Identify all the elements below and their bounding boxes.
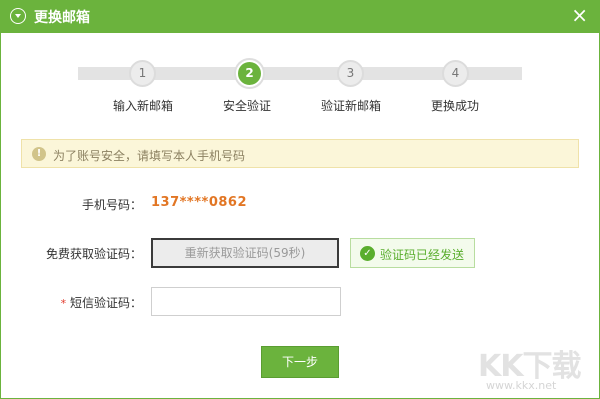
info-icon: ! [32,147,46,161]
step-3-circle: 3 [337,60,364,87]
step-4-circle: 4 [442,60,469,87]
code-sent-text: 验证码已经发送 [380,248,465,262]
watermark: KK下载 www.kkx.net [478,339,596,395]
step-2-circle: 2 [236,60,263,87]
resend-code-button[interactable]: 重新获取验证码(59秒) [151,238,339,268]
close-icon[interactable]: × [571,4,588,26]
phone-number: 137****0862 [151,195,248,210]
window-title: 更换邮箱 [34,10,90,26]
code-label: 免费获取验证码： [45,247,142,261]
security-tip: ! 为了账号安全，请填写本人手机号码 [21,139,579,168]
watermark-url: www.kkx.net [486,379,557,392]
step-4-label: 更换成功 [430,99,479,113]
phone-label: 手机号码： [81,198,142,212]
step-2-label: 安全验证 [222,99,271,113]
dropdown-circle-icon[interactable] [10,8,26,24]
check-icon: ✓ [360,246,375,261]
sms-label-text: 短信验证码： [66,296,142,310]
step-3-label: 验证新邮箱 [320,99,381,113]
step-1-circle: 1 [129,60,156,87]
step-1-label: 输入新邮箱 [112,99,173,113]
tip-text: 为了账号安全，请填写本人手机号码 [53,149,246,163]
next-button[interactable]: 下一步 [261,346,339,378]
title-bar: 更换邮箱 × [0,0,600,33]
sms-label: * 短信验证码： [0,294,142,311]
sms-code-input[interactable] [151,287,341,316]
code-sent-badge: ✓ 验证码已经发送 [350,238,475,268]
